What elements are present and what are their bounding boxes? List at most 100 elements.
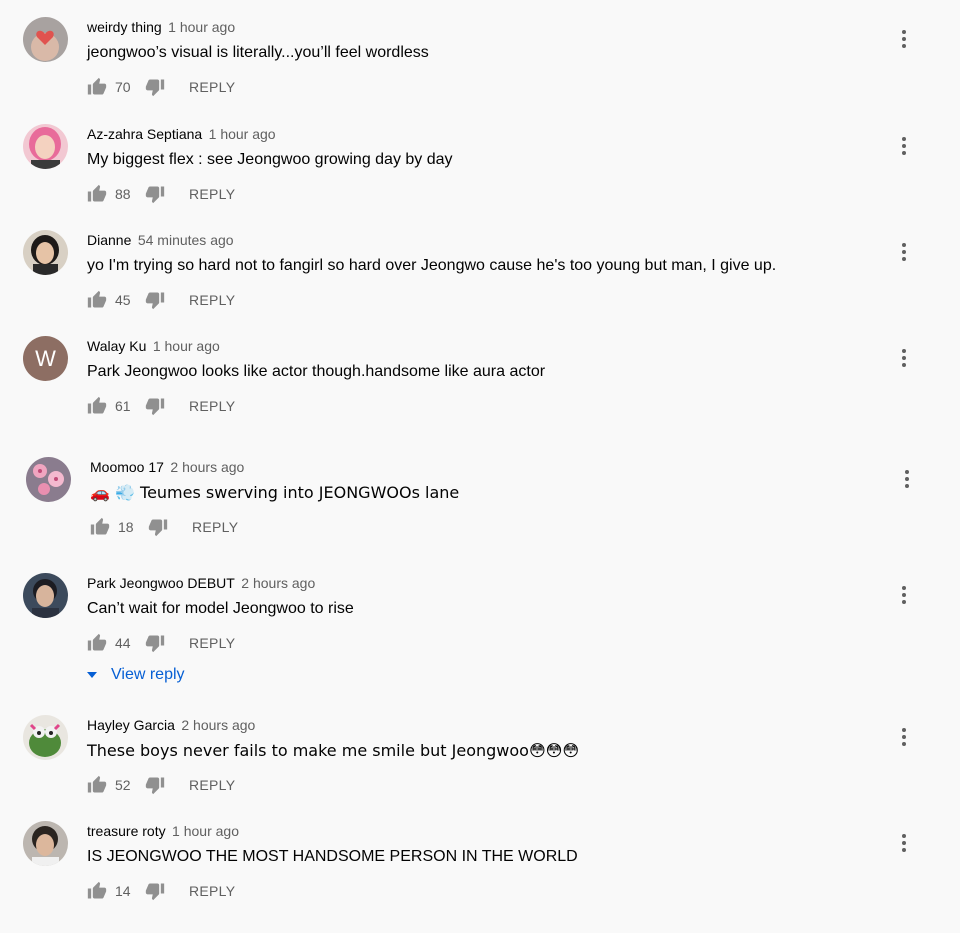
author-name[interactable]: weirdy thing [87,19,162,35]
dislike-icon[interactable] [145,77,165,97]
comment-time[interactable]: 1 hour ago [168,19,235,35]
comment-actions: 52 REPLY [87,773,235,797]
comment-text: 🚗 💨 Teumes swerving into JEONGWOOs lane [90,483,460,502]
comment-header: Park Jeongwoo DEBUT 2 hours ago [87,573,315,593]
comment-text: My biggest flex : see Jeongwoo growing d… [87,151,453,168]
like-icon[interactable] [87,396,107,416]
author-name[interactable]: treasure roty [87,823,166,839]
reply-button[interactable]: REPLY [189,777,235,793]
like-count: 88 [115,186,131,202]
comment-text: yo I'm trying so hard not to fangirl so … [87,257,777,274]
comment-text: IS JEONGWOO THE MOST HANDSOME PERSON IN … [87,848,578,865]
girl-photo-icon [23,230,68,275]
dislike-icon[interactable] [145,290,165,310]
like-icon[interactable] [87,881,107,901]
reply-button[interactable]: REPLY [189,292,235,308]
reply-button[interactable]: REPLY [192,519,238,535]
comment-actions: 14 REPLY [87,879,235,903]
avatar[interactable] [23,715,68,760]
avatar[interactable] [26,457,71,502]
comment-text: Can’t wait for model Jeongwoo to rise [87,600,354,617]
more-actions-icon[interactable] [894,346,914,370]
comment-header: Walay Ku 1 hour ago [87,336,220,356]
flowers-photo-icon [26,457,71,502]
more-actions-icon[interactable] [894,725,914,749]
dislike-icon[interactable] [145,184,165,204]
comment-item: Moomoo 17 2 hours ago 🚗 💨 Teumes swervin… [3,457,960,557]
dislike-icon[interactable] [148,517,168,537]
comment-item: Hayley Garcia 2 hours ago These boys nev… [0,715,960,815]
avatar[interactable] [23,124,68,169]
comment-item: Park Jeongwoo DEBUT 2 hours ago Can’t wa… [0,573,960,673]
comment-time[interactable]: 1 hour ago [172,823,239,839]
dislike-icon[interactable] [145,775,165,795]
author-name[interactable]: Az-zahra Septiana [87,126,202,142]
comment-actions: 44 REPLY [87,631,235,655]
reply-button[interactable]: REPLY [189,186,235,202]
comment-time[interactable]: 54 minutes ago [138,232,234,248]
author-name[interactable]: Dianne [87,232,131,248]
comment-actions: 18 REPLY [90,515,238,539]
comment-actions: 61 REPLY [87,394,235,418]
author-name[interactable]: Hayley Garcia [87,717,175,733]
more-actions-icon[interactable] [894,27,914,51]
comment-time[interactable]: 2 hours ago [241,575,315,591]
like-count: 44 [115,635,131,651]
more-actions-icon[interactable] [894,134,914,158]
chevron-down-icon [87,672,97,678]
avatar[interactable]: W [23,336,68,381]
avatar[interactable] [23,230,68,275]
reply-button[interactable]: REPLY [189,398,235,414]
like-count: 45 [115,292,131,308]
boy-photo-icon [23,573,68,618]
dislike-icon[interactable] [145,881,165,901]
like-count: 18 [118,519,134,535]
comment-time[interactable]: 2 hours ago [181,717,255,733]
avatar-letter: W [35,345,56,371]
like-icon[interactable] [87,77,107,97]
view-reply-label: View reply [111,666,185,683]
reply-button[interactable]: REPLY [189,79,235,95]
more-actions-icon[interactable] [894,831,914,855]
reply-button[interactable]: REPLY [189,883,235,899]
like-count: 61 [115,398,131,414]
view-reply-button[interactable]: View reply [87,665,185,685]
like-icon[interactable] [87,633,107,653]
comment-time[interactable]: 1 hour ago [209,126,276,142]
comment-item: Az-zahra Septiana 1 hour ago My biggest … [0,124,960,224]
avatar[interactable] [23,17,68,62]
comment-text: Park Jeongwoo looks like actor though.ha… [87,363,546,380]
like-icon[interactable] [90,517,110,537]
more-actions-icon[interactable] [894,240,914,264]
comment-time[interactable]: 1 hour ago [153,338,220,354]
comment-header: Moomoo 17 2 hours ago [90,457,244,477]
kermit-photo-icon [23,715,68,760]
author-name[interactable]: Walay Ku [87,338,146,354]
comment-header: Hayley Garcia 2 hours ago [87,715,255,735]
more-actions-icon[interactable] [894,583,914,607]
comment-header: Az-zahra Septiana 1 hour ago [87,124,276,144]
avatar[interactable] [23,573,68,618]
comment-header: Dianne 54 minutes ago [87,230,234,250]
comment-actions: 70 REPLY [87,75,235,99]
like-count: 70 [115,79,131,95]
comment-item: Dianne 54 minutes ago yo I'm trying so h… [0,230,960,330]
heart-hands-photo-icon [23,17,68,62]
comment-item: W Walay Ku 1 hour ago Park Jeongwoo look… [0,336,960,436]
author-name[interactable]: Park Jeongwoo DEBUT [87,575,235,591]
comment-header: treasure roty 1 hour ago [87,821,239,841]
more-actions-icon[interactable] [897,467,917,491]
dislike-icon[interactable] [145,396,165,416]
comment-item: weirdy thing 1 hour ago jeongwoo’s visua… [0,17,960,117]
like-icon[interactable] [87,775,107,795]
comment-time[interactable]: 2 hours ago [170,459,244,475]
like-icon[interactable] [87,184,107,204]
dislike-icon[interactable] [145,633,165,653]
comment-item: treasure roty 1 hour ago IS JEONGWOO THE… [0,821,960,921]
comment-actions: 45 REPLY [87,288,235,312]
avatar[interactable] [23,821,68,866]
like-icon[interactable] [87,290,107,310]
like-count: 14 [115,883,131,899]
reply-button[interactable]: REPLY [189,635,235,651]
author-name[interactable]: Moomoo 17 [90,459,164,475]
